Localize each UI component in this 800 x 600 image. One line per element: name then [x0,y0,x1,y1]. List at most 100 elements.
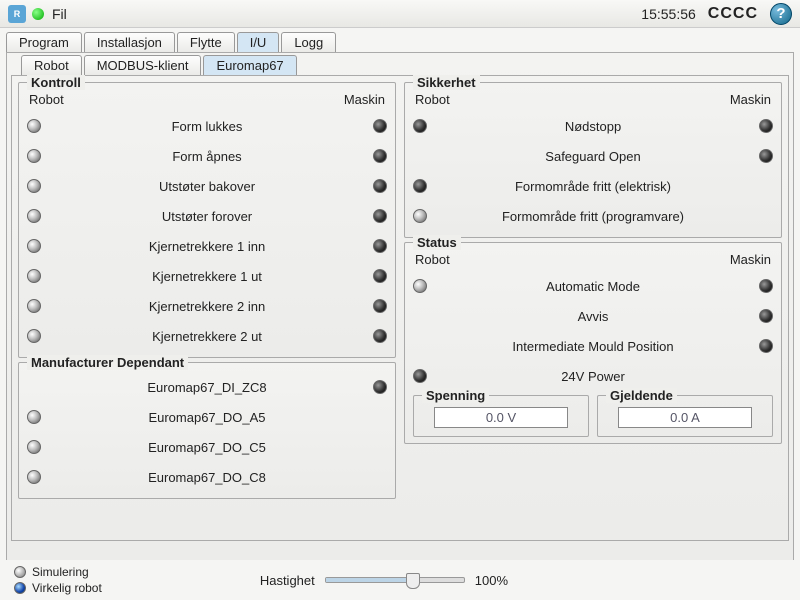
tab-program[interactable]: Program [6,32,82,52]
speed-slider[interactable] [325,577,465,583]
group-gjeldende: Gjeldende 0.0 A [597,395,773,437]
col-robot: Robot [415,252,450,267]
col-maskin: Maskin [730,92,771,107]
signal-row: Euromap67_DO_C8 [27,462,387,492]
signal-label: Euromap67_DO_C8 [41,470,373,485]
signal-label: Form lukkes [41,119,373,134]
signal-row: Utstøter bakover [27,171,387,201]
radio-simulation[interactable]: Simulering [14,565,102,579]
signal-row: Kjernetrekkere 2 ut [27,321,387,351]
led-robot [413,119,427,133]
led-robot [27,119,41,133]
tab-logg[interactable]: Logg [281,32,336,52]
group-manufacturer: Manufacturer Dependant Euromap67_DI_ZC8E… [18,362,396,499]
led-robot [27,329,41,343]
led-robot [27,149,41,163]
signal-label: Intermediate Mould Position [427,339,759,354]
col-robot: Robot [29,92,64,107]
signal-label: Kjernetrekkere 2 inn [41,299,373,314]
col-robot: Robot [415,92,450,107]
file-menu[interactable]: Fil [52,6,67,22]
group-title: Sikkerhet [413,75,480,90]
ur-logo: R [8,5,26,23]
signal-label: Utstøter bakover [41,179,373,194]
slider-thumb[interactable] [406,573,420,589]
signal-row: Euromap67_DI_ZC8 [27,372,387,402]
led-maskin [373,209,387,223]
subtab-robot[interactable]: Robot [21,55,82,75]
led-robot [413,369,427,383]
signal-label: 24V Power [427,369,759,384]
signal-row: Safeguard Open [413,141,773,171]
signal-row: Kjernetrekkere 2 inn [27,291,387,321]
group-status: Status RobotMaskin Automatic ModeAvvisIn… [404,242,782,444]
signal-row: Automatic Mode [413,271,773,301]
signal-label: Euromap67_DI_ZC8 [41,380,373,395]
sub-tabs: Robot MODBUS-klient Euromap67 [11,55,789,75]
signal-label: Euromap67_DO_A5 [41,410,373,425]
led-robot [27,269,41,283]
signal-label: Kjernetrekkere 1 inn [41,239,373,254]
status-text: CCCC [708,5,758,23]
led-maskin [759,119,773,133]
current-value: 0.0 A [618,407,752,428]
led-maskin [373,149,387,163]
radio-icon [14,582,26,594]
led-robot [413,279,427,293]
signal-row: Formområde fritt (programvare) [413,201,773,231]
group-title: Spenning [422,388,489,403]
signal-label: Utstøter forover [41,209,373,224]
signal-label: Avvis [427,309,759,324]
signal-label: Nødstopp [427,119,759,134]
col-maskin: Maskin [730,252,771,267]
signal-row: 24V Power [413,361,773,391]
group-title: Status [413,235,461,250]
led-maskin [759,149,773,163]
signal-label: Formområde fritt (elektrisk) [427,179,759,194]
group-spenning: Spenning 0.0 V [413,395,589,437]
led-robot [413,179,427,193]
clock: 15:55:56 [641,6,696,22]
signal-row: Utstøter forover [27,201,387,231]
radio-icon [14,566,26,578]
led-robot [27,179,41,193]
signal-row: Kjernetrekkere 1 ut [27,261,387,291]
led-maskin [373,179,387,193]
signal-label: Kjernetrekkere 2 ut [41,329,373,344]
tab-iu[interactable]: I/U [237,32,280,52]
led-maskin [373,380,387,394]
group-sikkerhet: Sikkerhet RobotMaskin NødstoppSafeguard … [404,82,782,238]
led-robot [27,470,41,484]
led-maskin [373,119,387,133]
signal-row: Form lukkes [27,111,387,141]
inner-panel: Kontroll Robot Maskin Form lukkes Form åpn… [11,75,789,541]
tab-flytte[interactable]: Flytte [177,32,235,52]
signal-row: Intermediate Mould Position [413,331,773,361]
status-indicator [32,8,44,20]
led-robot [27,239,41,253]
help-icon[interactable]: ? [770,3,792,25]
led-robot [27,410,41,424]
group-title: Kontroll [27,75,85,90]
top-bar: R Fil 15:55:56 CCCC ? [0,0,800,28]
tab-installasjon[interactable]: Installasjon [84,32,175,52]
led-maskin [759,339,773,353]
voltage-value: 0.0 V [434,407,568,428]
slider-fill [326,578,409,582]
signal-row: Nødstopp [413,111,773,141]
led-maskin [759,309,773,323]
signal-label: Safeguard Open [427,149,759,164]
signal-label: Form åpnes [41,149,373,164]
group-kontroll: Kontroll RobotMaskin Form lukkesForm åpn… [18,82,396,358]
subtab-euromap67[interactable]: Euromap67 [203,55,296,75]
subtab-modbus[interactable]: MODBUS-klient [84,55,202,75]
signal-label: Automatic Mode [427,279,759,294]
outer-panel: Robot MODBUS-klient Euromap67 Kontroll R… [6,52,794,576]
signal-row: Formområde fritt (elektrisk) [413,171,773,201]
signal-label: Kjernetrekkere 1 ut [41,269,373,284]
signal-row: Form åpnes [27,141,387,171]
radio-real-robot[interactable]: Virkelig robot [14,581,102,595]
led-maskin [759,279,773,293]
signal-label: Formområde fritt (programvare) [427,209,759,224]
footer-bar: Simulering Virkelig robot Hastighet 100% [0,560,800,600]
